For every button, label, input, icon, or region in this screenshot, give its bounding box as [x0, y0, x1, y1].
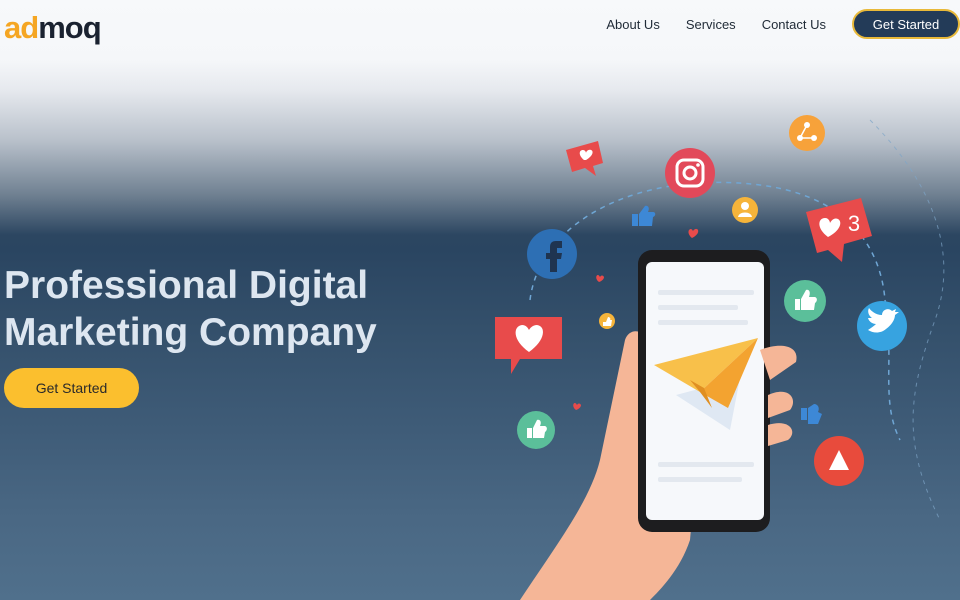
heart-bubble-icon — [495, 317, 562, 374]
instagram-icon — [665, 148, 715, 198]
nav-services[interactable]: Services — [686, 17, 736, 32]
finger — [768, 391, 794, 418]
logo-part-1: ad — [4, 10, 39, 45]
user-icon — [732, 197, 758, 223]
hero-title: Professional Digital Marketing Company — [4, 262, 444, 356]
heart-icon — [596, 275, 604, 282]
heart-bubble-icon — [566, 141, 603, 176]
finger — [768, 423, 793, 446]
like-icon — [599, 313, 615, 329]
notification-heart-icon: 3 — [806, 198, 872, 262]
notification-count: 3 — [848, 211, 860, 236]
nav-get-started-button[interactable]: Get Started — [852, 9, 960, 39]
share-icon — [789, 115, 825, 151]
brand-logo[interactable]: admoq — [4, 10, 102, 45]
heart-icon — [573, 403, 581, 410]
nav-about-us[interactable]: About Us — [606, 17, 659, 32]
like-icon — [632, 205, 656, 226]
hero-title-line-1: Professional Digital — [4, 264, 369, 307]
nav-contact-us[interactable]: Contact Us — [762, 17, 826, 32]
hero-get-started-button[interactable]: Get Started — [4, 368, 139, 408]
facebook-icon — [527, 229, 577, 279]
logo-part-2: moq — [38, 10, 101, 45]
like-icon — [784, 280, 826, 322]
heart-icon — [688, 228, 699, 238]
like-icon — [517, 411, 555, 449]
main-nav: About Us Services Contact Us — [606, 17, 826, 32]
hero-illustration: 3 — [495, 115, 945, 600]
like-icon — [801, 404, 822, 424]
hero-title-line-2: Marketing Company — [4, 311, 377, 354]
youtube-play-icon — [814, 436, 864, 486]
twitter-icon — [857, 301, 907, 351]
